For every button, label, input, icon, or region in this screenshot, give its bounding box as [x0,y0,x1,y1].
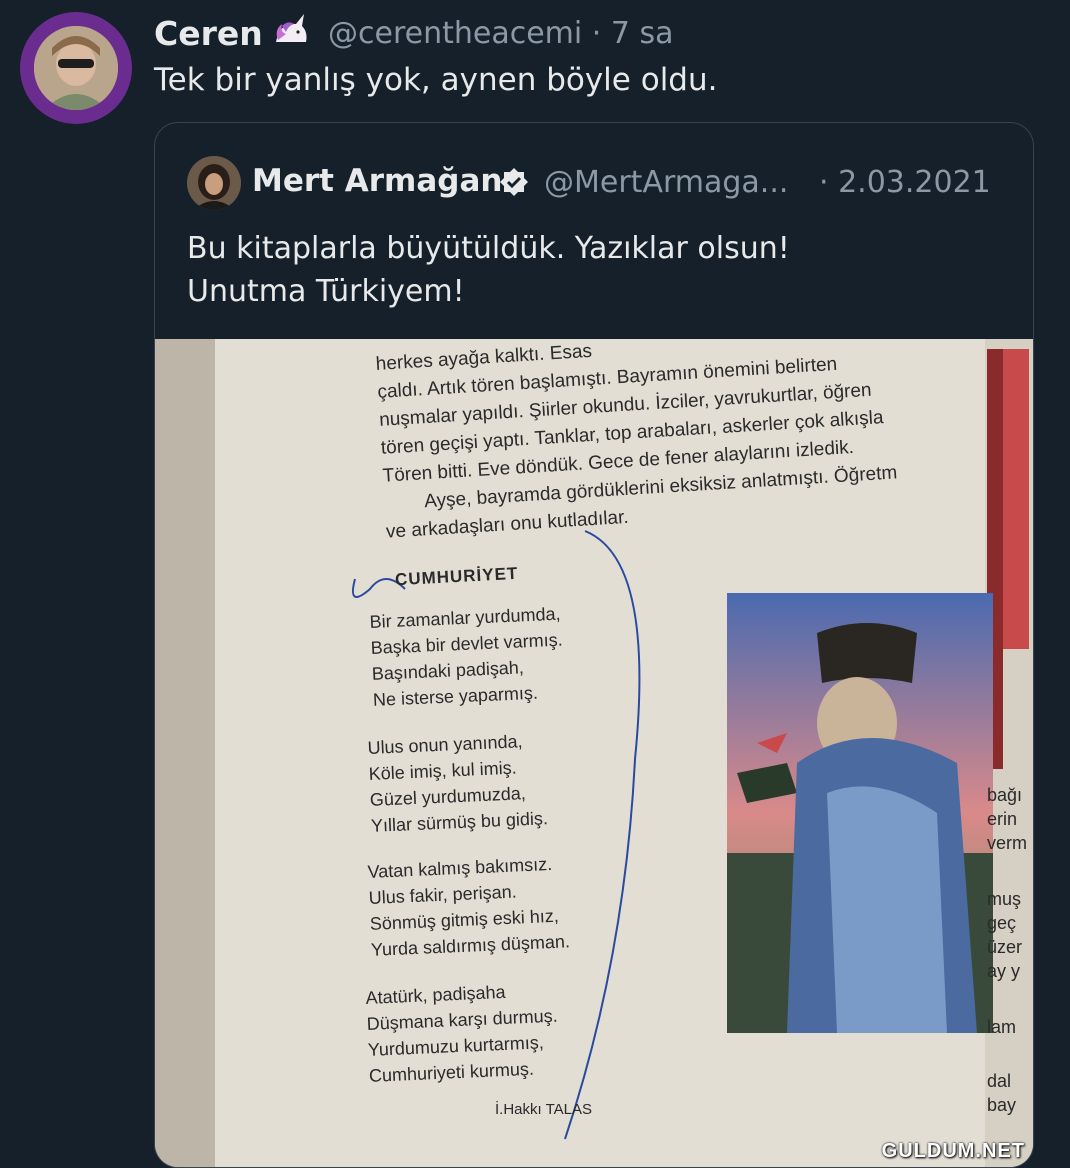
attached-photo[interactable]: herkes ayağa kalktı. Esas çaldı. Artık t… [155,339,1033,1167]
cut-off-text: muş [987,889,1022,909]
author-avatar[interactable] [20,12,132,124]
cut-off-text: erin [987,809,1018,829]
quoted-author-handle[interactable]: @MertArmaga... [544,165,788,200]
tweet-text: Tek bir yanlış yok, aynen böyle oldu. [154,62,718,98]
cut-off-text: bağı [987,785,1023,805]
cut-off-text: dal [987,1071,1012,1091]
cut-off-text: ay y [987,961,1021,981]
quoted-text-line: Bu kitaplarla büyütüldük. Yazıklar olsun… [187,231,790,266]
verified-badge-icon [500,168,528,196]
avatar-photo [34,26,118,110]
cut-off-text: geç [987,913,1017,933]
unicorn-icon [276,14,307,42]
poem-stanza: Ulus onun yanında, Köle imiş, kul imiş. … [367,727,548,839]
quoted-tweet-text: Bu kitaplarla büyütüldük. Yazıklar olsun… [187,227,1007,313]
ataturk-illustration [727,593,993,1033]
quoted-author-name[interactable]: Mert Armağan [252,163,502,199]
quoted-tweet[interactable]: Mert Armağan @MertArmaga... · 2.03.2021 … [154,122,1034,1168]
cut-off-text: verm [987,833,1027,853]
quoted-tweet-date[interactable]: · 2.03.2021 [819,165,991,200]
author-name[interactable]: Ceren [154,14,263,53]
quoted-author-avatar[interactable] [187,156,241,210]
watermark: GULDUM.NET [881,1140,1025,1162]
quoted-text-line: Unutma Türkiyem! [187,274,465,309]
poem-stanza: Vatan kalmış bakımsız. Ulus fakir, periş… [367,850,570,963]
cut-off-text: üzer [987,937,1023,957]
poem-stanza: Bir zamanlar yurdumda, Başka bir devlet … [369,601,565,713]
author-handle-time[interactable]: @cerentheacemi · 7 sa [328,16,673,51]
poem-stanza: Atatürk, padişaha Düşmana karşı durmuş. … [365,977,560,1089]
cut-off-text: bay [987,1095,1017,1115]
poem-author: İ.Hakkı TALAS [495,1101,592,1118]
cut-off-text: lam [987,1017,1017,1037]
